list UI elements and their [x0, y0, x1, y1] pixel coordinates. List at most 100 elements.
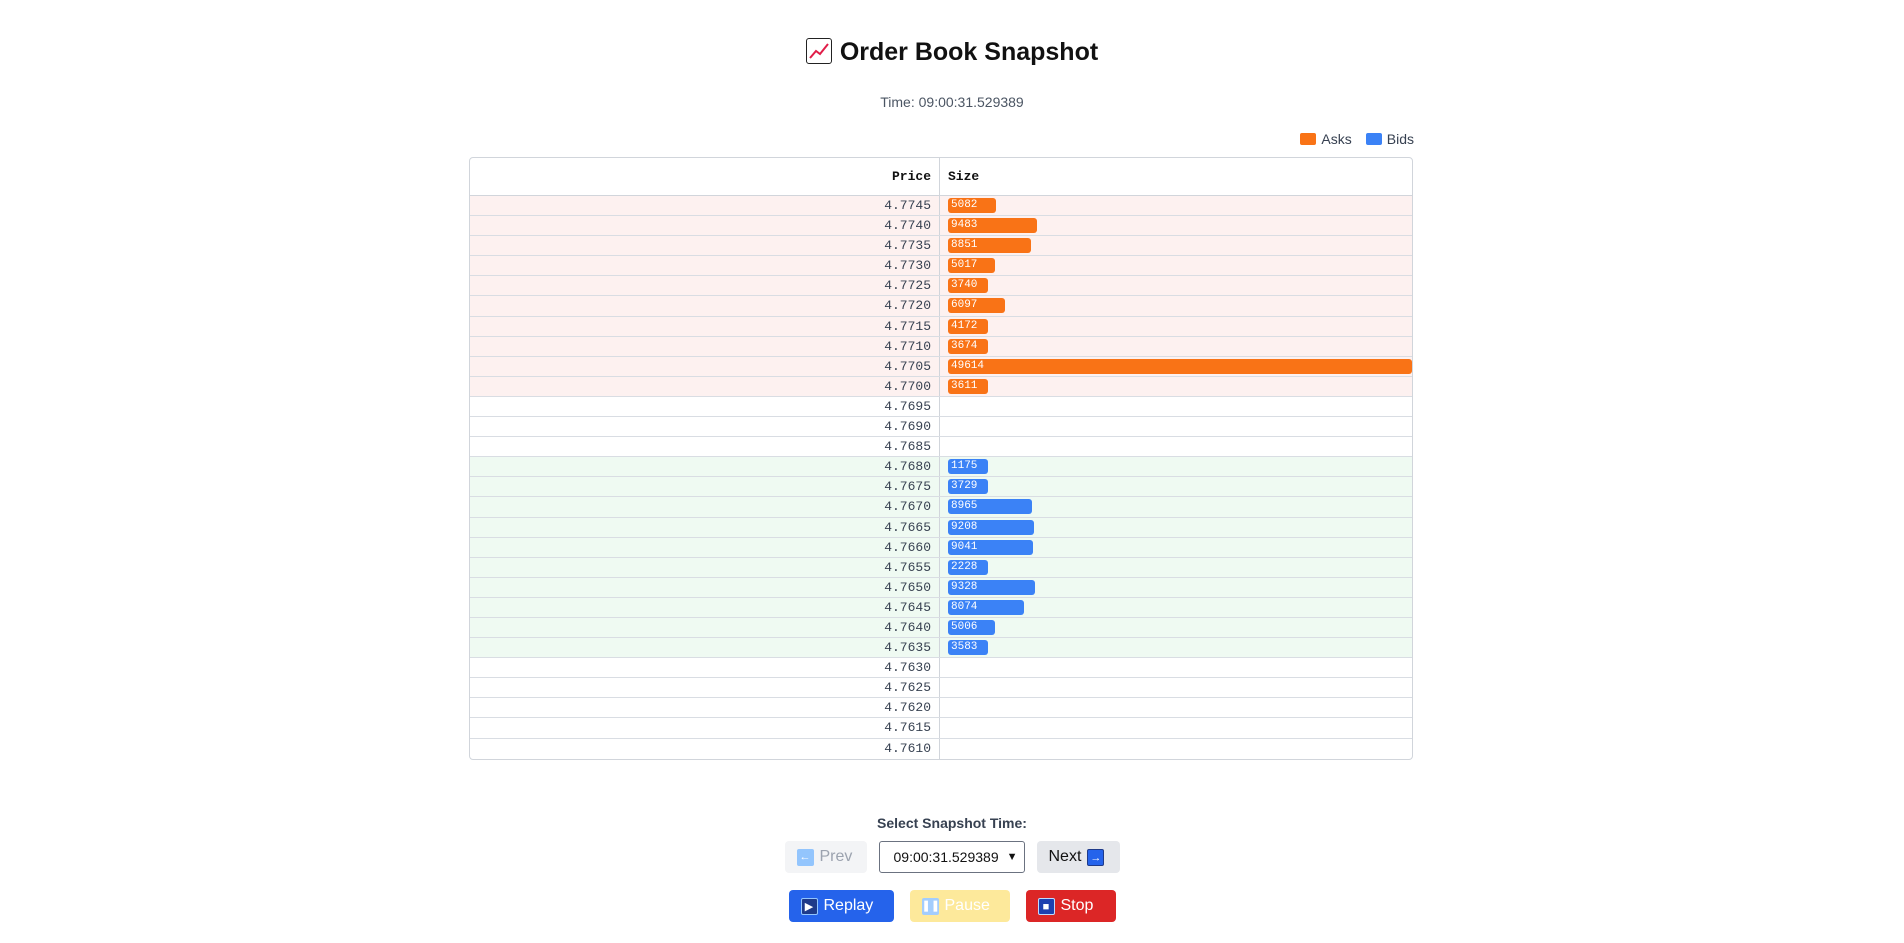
size-cell: 9483	[940, 216, 1412, 235]
table-row: 4.7655 2228	[470, 557, 1412, 578]
price-cell: 4.7620	[470, 698, 940, 718]
size-cell: 3729	[940, 477, 1412, 496]
table-row: 4.7725 3740	[470, 276, 1412, 297]
legend-item-asks: Asks	[1300, 131, 1352, 147]
table-row: 4.7660 9041	[470, 537, 1412, 558]
prev-button[interactable]: ← Prev	[784, 841, 867, 873]
price-cell: 4.7625	[470, 678, 940, 698]
price-cell: 4.7655	[470, 557, 940, 577]
size-cell: 5082	[940, 196, 1412, 215]
price-column-header: Price	[470, 158, 940, 195]
table-row: 4.7700 3611	[470, 376, 1412, 397]
table-row: 4.7690	[470, 417, 1412, 438]
table-row: 4.7610	[470, 738, 1412, 759]
bid-size-bar: 3729	[948, 479, 988, 495]
price-cell: 4.7715	[470, 316, 940, 336]
table-row: 4.7710 3674	[470, 336, 1412, 357]
select-snapshot-label: Select Snapshot Time:	[877, 815, 1027, 831]
size-cell	[940, 658, 1412, 677]
bid-size-bar: 8074	[948, 599, 1024, 615]
price-cell: 4.7700	[470, 376, 940, 396]
size-cell: 4172	[940, 317, 1412, 336]
price-cell: 4.7650	[470, 577, 940, 597]
chevron-down-icon: ▼	[1006, 851, 1018, 863]
table-row: 4.7705 49614	[470, 356, 1412, 377]
bid-size-bar: 9208	[948, 519, 1034, 535]
size-cell	[940, 739, 1412, 759]
price-cell: 4.7695	[470, 396, 940, 417]
pause-button-label: Pause	[944, 897, 990, 914]
table-row: 4.7730 5017	[470, 256, 1412, 277]
price-cell: 4.7685	[470, 437, 940, 457]
replay-button[interactable]: ▶ Replay	[788, 890, 894, 922]
size-cell: 9041	[940, 538, 1412, 557]
price-cell: 4.7690	[470, 417, 940, 437]
play-icon: ▶	[800, 897, 818, 915]
next-button[interactable]: Next →	[1036, 841, 1120, 873]
size-cell: 3740	[940, 276, 1412, 295]
order-book-table: Price Size 4.7745 5082 4.7740 9483 4.7735 885…	[469, 157, 1413, 760]
page-title-text: Order Book Snapshot	[839, 38, 1099, 66]
snapshot-time: Time: 09:00:31.529389	[880, 94, 1024, 110]
size-cell: 5017	[940, 256, 1412, 275]
price-cell: 4.7670	[470, 497, 940, 517]
price-cell: 4.7610	[470, 738, 940, 759]
size-cell	[940, 698, 1412, 717]
price-cell: 4.7740	[470, 216, 940, 236]
price-cell: 4.7635	[470, 638, 940, 658]
price-cell: 4.7705	[470, 356, 940, 376]
ask-size-bar: 3740	[948, 278, 988, 294]
bid-size-bar: 9328	[948, 579, 1035, 595]
playback-controls: ▶ Replay ❚❚ Pause ■ Stop	[0, 890, 1904, 922]
ask-size-bar: 6097	[948, 298, 1005, 314]
size-cell: 1175	[940, 457, 1412, 476]
price-cell: 4.7630	[470, 658, 940, 678]
snapshot-navigation: ← Prev 09:00:31.529389 ▼ Next →	[0, 841, 1904, 873]
table-row: 4.7680 1175	[470, 457, 1412, 478]
snapshot-time-select-value: 09:00:31.529389	[893, 849, 999, 865]
legend-item-bids: Bids	[1365, 131, 1414, 147]
legend-bids-label: Bids	[1386, 131, 1414, 147]
arrow-left-icon: ←	[796, 848, 814, 866]
price-cell: 4.7675	[470, 477, 940, 497]
legend-asks-label: Asks	[1321, 131, 1352, 147]
table-row: 4.7720 6097	[470, 296, 1412, 317]
size-cell: 8851	[940, 236, 1412, 255]
ask-size-bar: 5082	[948, 198, 996, 213]
table-row: 4.7735 8851	[470, 236, 1412, 257]
price-cell: 4.7745	[470, 196, 940, 216]
table-row: 4.7685	[470, 437, 1412, 458]
size-cell	[940, 437, 1412, 456]
bids-swatch	[1365, 133, 1382, 145]
chart-increasing-icon	[805, 38, 832, 64]
price-cell: 4.7720	[470, 296, 940, 316]
size-cell: 9328	[940, 578, 1412, 597]
ask-size-bar: 5017	[948, 258, 995, 274]
stop-icon: ■	[1037, 897, 1055, 915]
bid-size-bar: 3583	[948, 640, 988, 656]
snapshot-time-select[interactable]: 09:00:31.529389 ▼	[878, 841, 1025, 873]
price-cell: 4.7665	[470, 517, 940, 537]
pause-button[interactable]: ❚❚ Pause	[909, 890, 1010, 922]
size-cell	[940, 417, 1412, 436]
table-row: 4.7665 9208	[470, 517, 1412, 538]
ask-size-bar: 49614	[948, 358, 1412, 374]
table-row: 4.7630	[470, 658, 1412, 679]
size-cell: 3611	[940, 377, 1412, 396]
table-row: 4.7620	[470, 698, 1412, 719]
table-row: 4.7615	[470, 718, 1412, 739]
price-cell: 4.7645	[470, 597, 940, 617]
bid-size-bar: 9041	[948, 539, 1033, 555]
pause-icon: ❚❚	[921, 897, 940, 915]
price-cell: 4.7730	[470, 256, 940, 276]
table-row: 4.7645 8074	[470, 597, 1412, 618]
size-cell: 3674	[940, 337, 1412, 356]
table-row: 4.7740 9483	[470, 216, 1412, 237]
ask-size-bar: 8851	[948, 238, 1031, 254]
stop-button[interactable]: ■ Stop	[1025, 890, 1116, 922]
table-row: 4.7650 9328	[470, 577, 1412, 598]
replay-button-label: Replay	[823, 897, 874, 914]
table-row: 4.7675 3729	[470, 477, 1412, 498]
page-title: Order Book Snapshot	[0, 38, 1904, 67]
bid-size-bar: 1175	[948, 459, 988, 475]
